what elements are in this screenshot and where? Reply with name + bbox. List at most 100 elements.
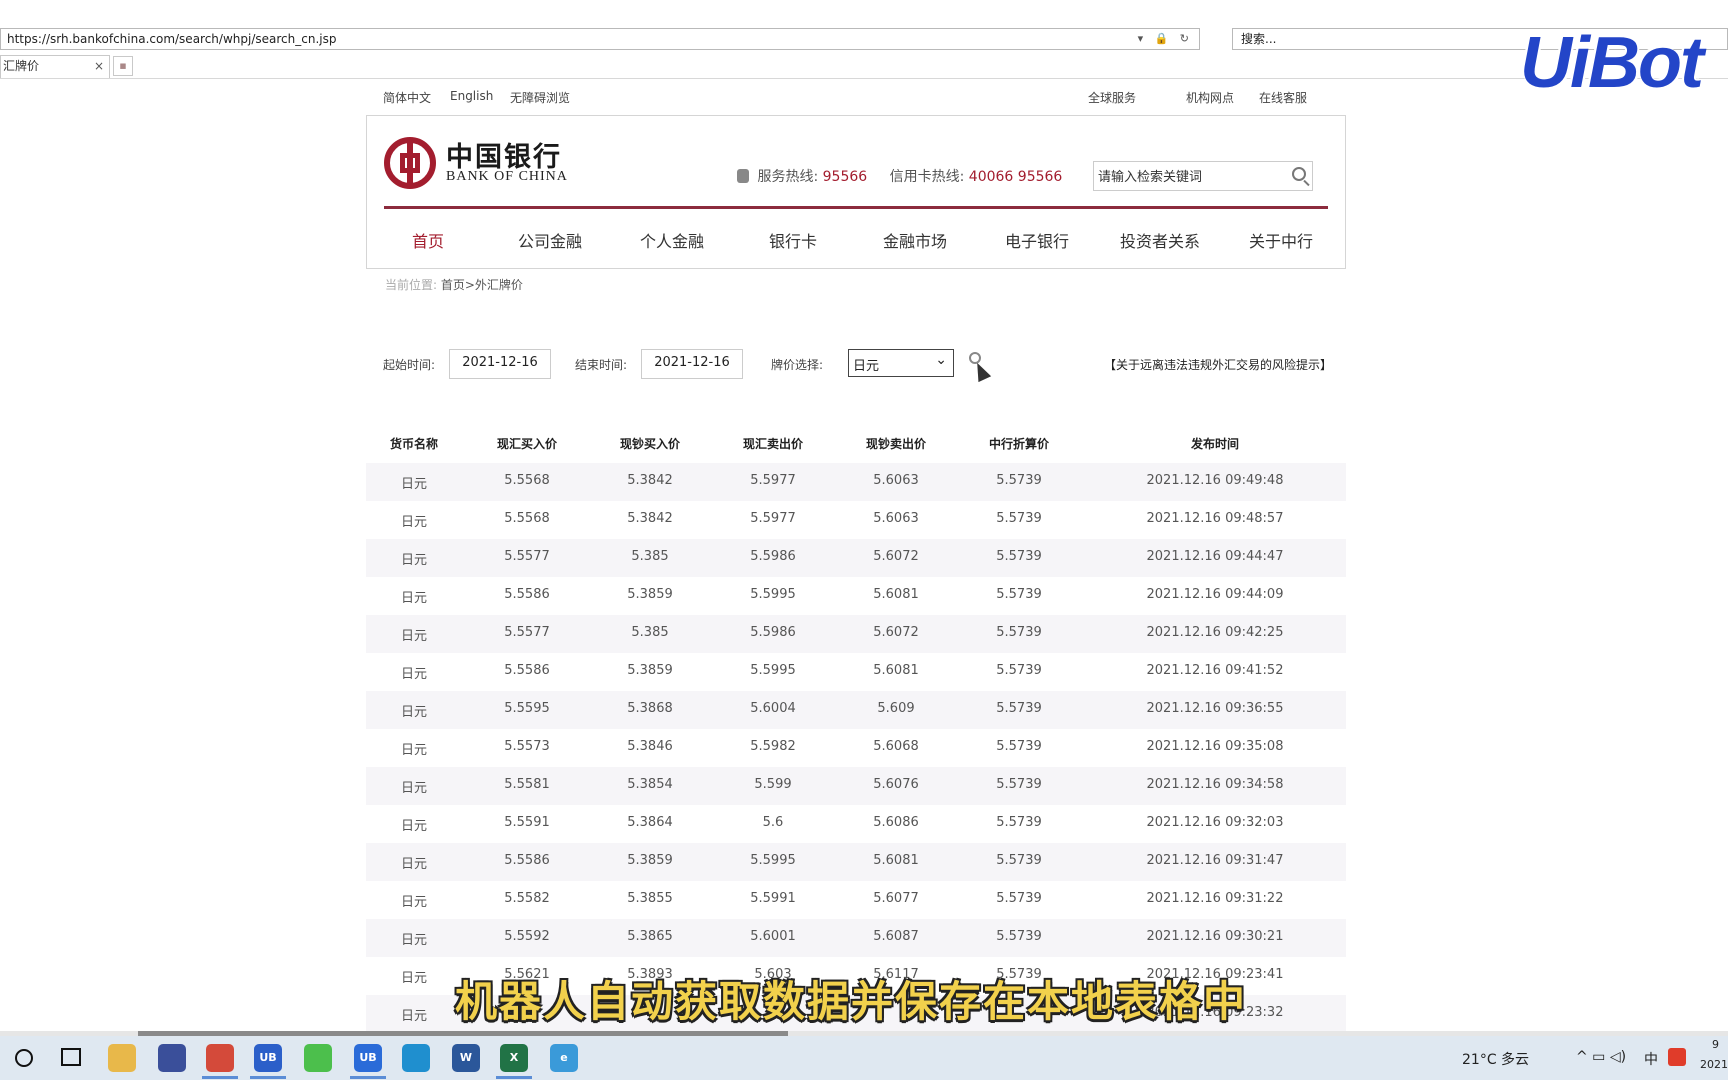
currency-select[interactable]: 日元 ⌄ bbox=[848, 349, 954, 377]
risk-notice-link[interactable]: 【关于远离违法违规外汇交易的风险提示】 bbox=[1104, 356, 1332, 373]
service-hotline-label: 服务热线: bbox=[757, 169, 819, 185]
search-icon[interactable] bbox=[1292, 167, 1306, 181]
uibot-worker-icon[interactable]: UB bbox=[354, 1044, 382, 1072]
browser-chrome bbox=[0, 0, 1728, 26]
search-circle-icon[interactable] bbox=[15, 1049, 33, 1067]
nav-item-home[interactable]: 首页 bbox=[412, 228, 444, 252]
table-cell: 5.3842 bbox=[627, 511, 673, 526]
lang-simplified-link[interactable]: 简体中文 bbox=[383, 89, 431, 106]
ime-indicator[interactable]: 中 bbox=[1644, 1049, 1658, 1069]
table-row: 日元 5.5586 5.3859 5.5995 5.6081 5.5739 2021.12.… bbox=[366, 653, 1346, 691]
table-cell: 日元 bbox=[400, 895, 427, 910]
table-row: 日元 5.5591 5.3864 5.6 5.6086 5.5739 2021.12.16 … bbox=[366, 805, 1346, 843]
table-cell: 5.6063 bbox=[873, 473, 919, 488]
task-view-icon[interactable] bbox=[61, 1048, 81, 1066]
excel-icon[interactable]: X bbox=[500, 1044, 528, 1072]
nav-item-about[interactable]: 关于中行 bbox=[1249, 228, 1313, 252]
clock-line-2[interactable]: 2021 bbox=[1700, 1058, 1728, 1071]
tab-close-icon[interactable]: × bbox=[94, 56, 104, 76]
site-search-placeholder: 请输入检索关键词 bbox=[1098, 170, 1203, 185]
table-cell: 2021.12.16 09:48:57 bbox=[1146, 511, 1284, 526]
table-cell: 日元 bbox=[400, 743, 427, 758]
table-cell: 5.5995 bbox=[750, 853, 796, 868]
table-cell: 日元 bbox=[400, 971, 427, 986]
col-header-spot-buy: 现汇买入价 bbox=[496, 437, 557, 451]
address-controls[interactable]: ▾ 🔒 ↻ bbox=[1138, 29, 1193, 49]
col-header-publish-time: 发布时间 bbox=[1190, 437, 1239, 451]
table-cell: 2021.12.16 09:49:48 bbox=[1146, 473, 1284, 488]
table-cell: 5.6081 bbox=[873, 853, 919, 868]
boc-logo[interactable]: 中国银行 BANK OF CHINA bbox=[384, 137, 567, 189]
nav-item-investor[interactable]: 投资者关系 bbox=[1120, 228, 1200, 252]
clock-line-1[interactable]: 9 bbox=[1712, 1038, 1719, 1051]
url-text[interactable]: https://srh.bankofchina.com/search/whpj/… bbox=[7, 32, 336, 46]
new-tab-icon[interactable]: ▪ bbox=[113, 56, 133, 76]
table-cell: 5.5739 bbox=[996, 815, 1042, 830]
address-bar[interactable]: https://srh.bankofchina.com/search/whpj/… bbox=[0, 28, 1200, 50]
chrome-icon[interactable] bbox=[206, 1044, 234, 1072]
nav-item-personal[interactable]: 个人金融 bbox=[640, 228, 704, 252]
wechat-icon[interactable] bbox=[304, 1044, 332, 1072]
sogou-icon[interactable] bbox=[1668, 1048, 1686, 1066]
branch-locator-link[interactable]: 机构网点 bbox=[1186, 89, 1234, 106]
online-service-link[interactable]: 在线客服 bbox=[1259, 89, 1307, 106]
table-cell: 2021.12.16 09:34:58 bbox=[1146, 777, 1284, 792]
video-subtitle: 机器人自动获取数据并保存在本地表格中 bbox=[455, 977, 1248, 1026]
table-row: 日元 5.5581 5.3854 5.599 5.6076 5.5739 2021.12.1… bbox=[366, 767, 1346, 805]
breadcrumb-path[interactable]: 首页>外汇牌价 bbox=[441, 278, 523, 292]
app-icon[interactable] bbox=[158, 1044, 186, 1072]
tray-icons[interactable]: ^ ▭ ◁) bbox=[1576, 1049, 1626, 1065]
table-cell: 日元 bbox=[400, 1009, 427, 1024]
word-icon[interactable]: W bbox=[452, 1044, 480, 1072]
table-cell: 5.385 bbox=[631, 625, 669, 640]
card-hotline-label: 信用卡热线: bbox=[889, 169, 965, 185]
boc-emblem-icon bbox=[384, 137, 436, 189]
table-cell: 5.5592 bbox=[504, 929, 550, 944]
table-body: 日元 5.5568 5.3842 5.5977 5.6063 5.5739 2021.12.… bbox=[366, 463, 1346, 1033]
table-cell: 2021.12.16 09:31:22 bbox=[1146, 891, 1284, 906]
table-cell: 2021.12.16 09:31:47 bbox=[1146, 853, 1284, 868]
table-cell: 5.5573 bbox=[504, 739, 550, 754]
table-cell: 5.5995 bbox=[750, 587, 796, 602]
browser-tab[interactable]: 汇牌价 × bbox=[0, 55, 110, 78]
table-cell: 5.6072 bbox=[873, 625, 919, 640]
start-date-input[interactable]: 2021-12-16 bbox=[449, 349, 551, 379]
start-date-label: 起始时间: bbox=[383, 358, 436, 372]
edge-icon[interactable] bbox=[402, 1044, 430, 1072]
chevron-down-icon: ⌄ bbox=[935, 352, 947, 368]
table-cell: 2021.12.16 09:32:03 bbox=[1146, 815, 1284, 830]
table-cell: 5.5582 bbox=[504, 891, 550, 906]
end-date-input[interactable]: 2021-12-16 bbox=[641, 349, 743, 379]
nav-item-cards[interactable]: 银行卡 bbox=[769, 228, 817, 252]
table-cell: 5.5739 bbox=[996, 473, 1042, 488]
table-cell: 5.5577 bbox=[504, 625, 550, 640]
tab-title: 汇牌价 bbox=[3, 59, 40, 73]
table-cell: 日元 bbox=[400, 933, 427, 948]
col-header-cash-sell: 现钞卖出价 bbox=[865, 437, 926, 451]
table-cell: 5.3864 bbox=[627, 815, 673, 830]
table-header-row: 货币名称 现汇买入价 现钞买入价 现汇卖出价 现钞卖出价 中行折算价 发布时间 bbox=[366, 425, 1346, 463]
uibot-creator-icon[interactable]: UB bbox=[254, 1044, 282, 1072]
file-explorer-icon[interactable] bbox=[108, 1044, 136, 1072]
table-cell: 5.6087 bbox=[873, 929, 919, 944]
breadcrumb: 当前位置: 首页>外汇牌价 bbox=[385, 276, 523, 293]
table-cell: 5.3855 bbox=[627, 891, 673, 906]
accessibility-link[interactable]: 无障碍浏览 bbox=[510, 89, 570, 106]
table-row: 日元 5.5573 5.3846 5.5982 5.6068 5.5739 2021.12.… bbox=[366, 729, 1346, 767]
table-cell: 日元 bbox=[400, 629, 427, 644]
table-cell: 日元 bbox=[400, 591, 427, 606]
table-cell: 5.6004 bbox=[750, 701, 796, 716]
ie-icon[interactable]: e bbox=[550, 1044, 578, 1072]
table-row: 日元 5.5586 5.3859 5.5995 5.6081 5.5739 2021.12.… bbox=[366, 843, 1346, 881]
table-row: 日元 5.5586 5.3859 5.5995 5.6081 5.5739 2021.12.… bbox=[366, 577, 1346, 615]
nav-item-corporate[interactable]: 公司金融 bbox=[518, 228, 582, 252]
nav-item-ebanking[interactable]: 电子银行 bbox=[1005, 228, 1069, 252]
site-search-input[interactable]: 请输入检索关键词 bbox=[1093, 161, 1313, 191]
col-header-boc-rate: 中行折算价 bbox=[988, 437, 1049, 451]
global-service-link[interactable]: 全球服务 bbox=[1088, 89, 1136, 106]
lang-english-link[interactable]: English bbox=[450, 89, 493, 103]
table-cell: 5.5739 bbox=[996, 549, 1042, 564]
nav-item-markets[interactable]: 金融市场 bbox=[883, 228, 947, 252]
table-cell: 2021.12.16 09:44:09 bbox=[1146, 587, 1284, 602]
weather-text[interactable]: 21°C 多云 bbox=[1462, 1049, 1529, 1069]
